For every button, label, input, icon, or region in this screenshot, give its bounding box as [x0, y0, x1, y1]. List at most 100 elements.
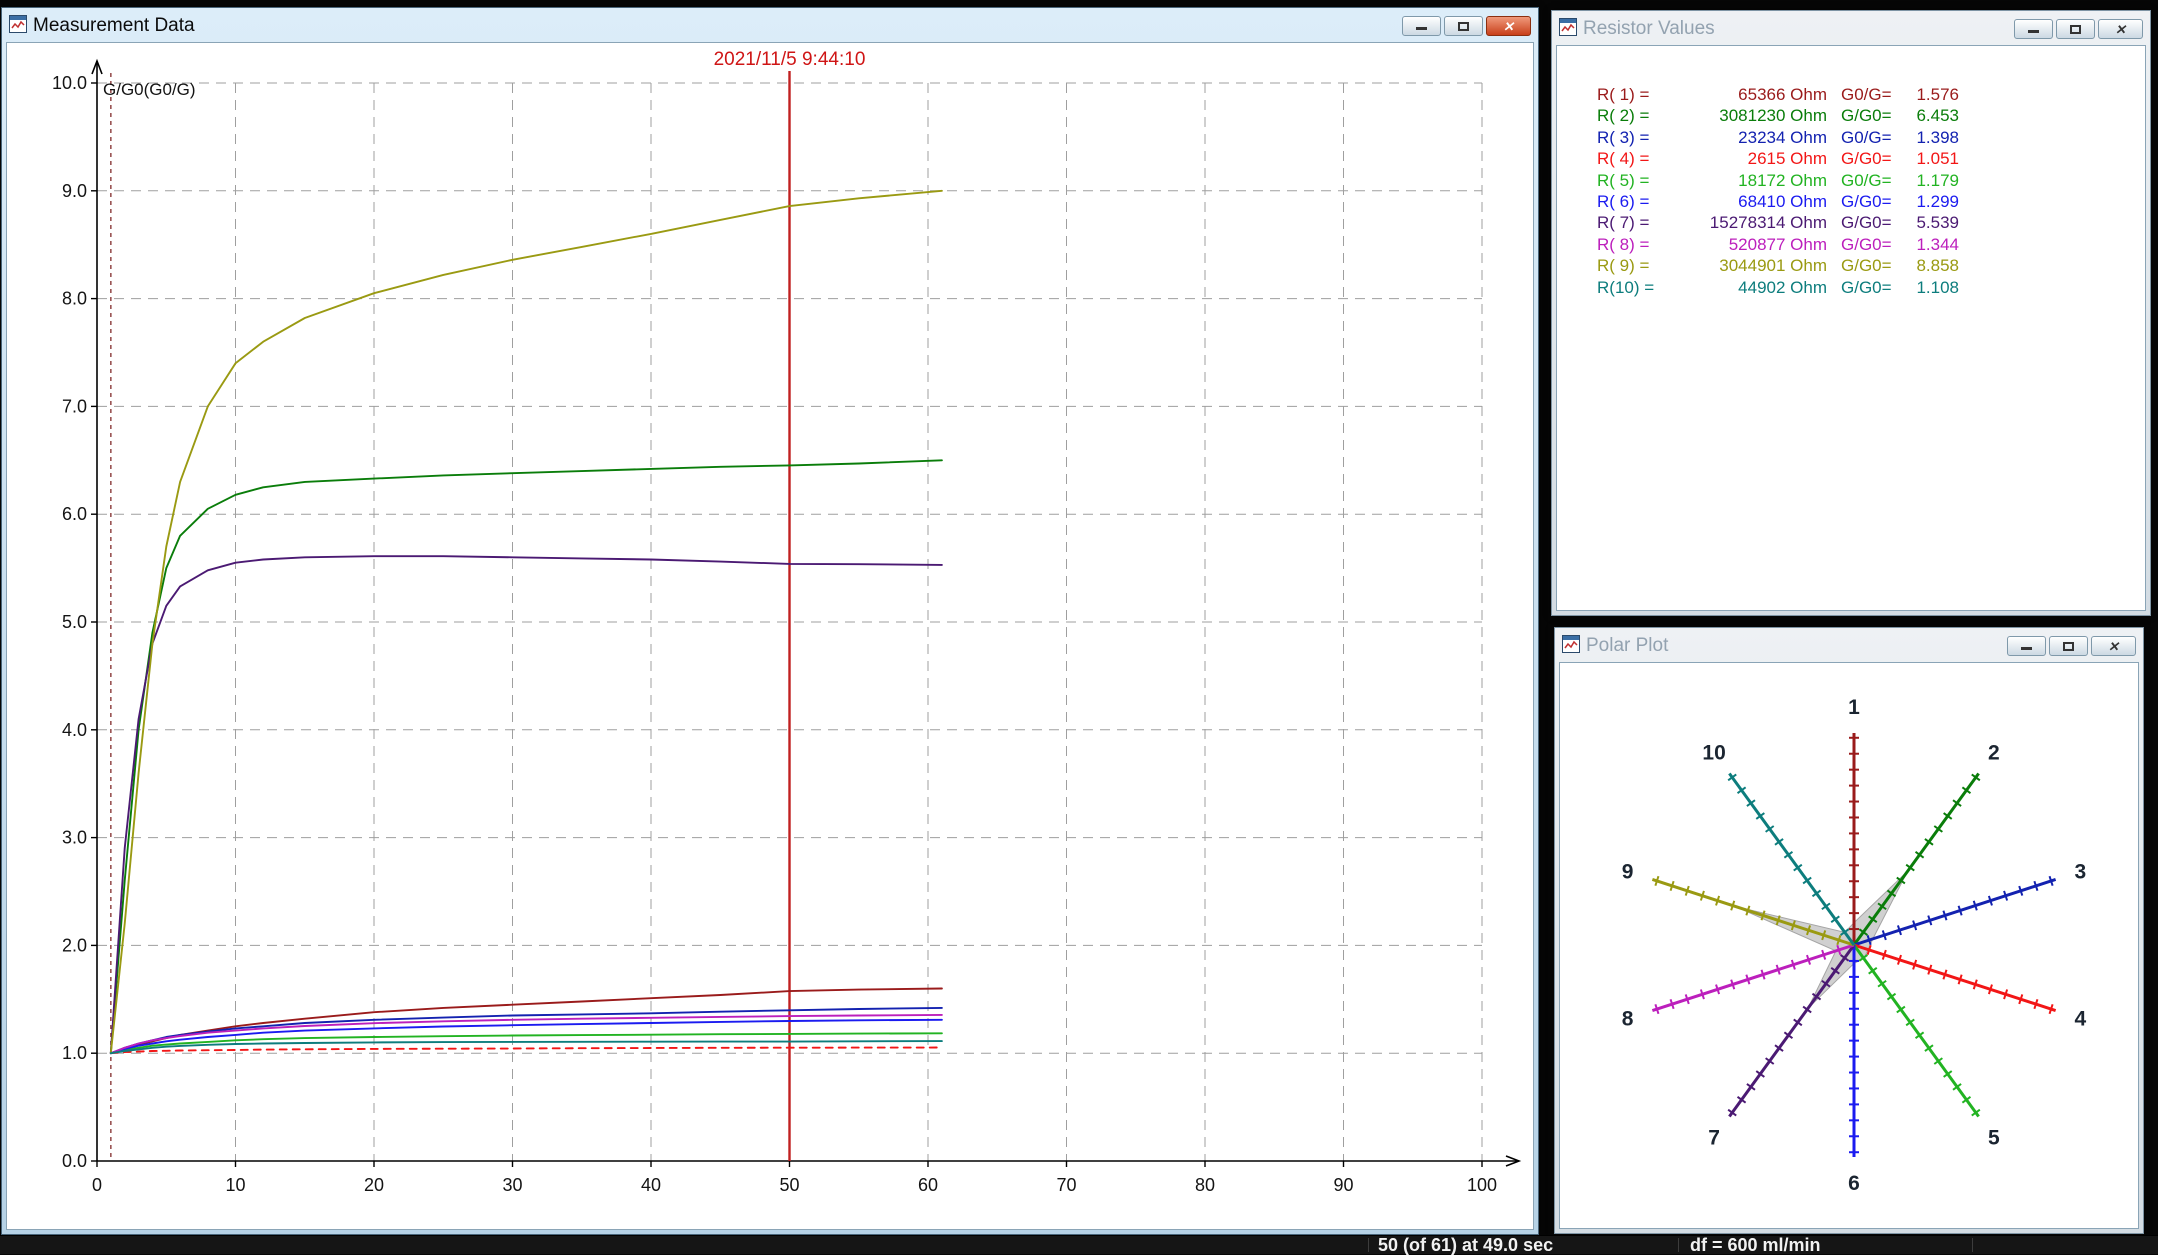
measurement-chart[interactable]: 0.01.02.03.04.05.06.07.08.09.010.0010203…	[6, 42, 1534, 1230]
maximize-button[interactable]	[2056, 19, 2095, 39]
measurement-titlebar[interactable]: Measurement Data	[5, 11, 1535, 41]
ratio-value: 8.858	[1899, 255, 1959, 276]
svg-text:0: 0	[92, 1175, 102, 1195]
close-icon	[2108, 639, 2119, 654]
close-button[interactable]	[2091, 636, 2136, 656]
resistor-label: R( 7) =	[1597, 212, 1675, 233]
status-progress: 50 (of 61) at 49.0 sec	[1378, 1236, 1553, 1255]
resistor-row: R( 5) =18172 OhmG0/G=1.179	[1597, 170, 2145, 191]
resistor-row: R( 8) =520877 OhmG/G0=1.344	[1597, 234, 2145, 255]
resistor-title: Resistor Values	[1583, 18, 1715, 40]
window-controls	[2014, 19, 2143, 39]
resistor-row: R( 2) =3081230 OhmG/G0=6.453	[1597, 105, 2145, 126]
svg-text:2021/11/5 9:44:10: 2021/11/5 9:44:10	[714, 49, 866, 70]
status-divider	[1368, 1238, 1369, 1252]
close-button[interactable]	[2098, 19, 2143, 39]
resistor-row: R( 9) =3044901 OhmG/G0=8.858	[1597, 255, 2145, 276]
minimize-button[interactable]	[1402, 16, 1441, 36]
resistor-value: 65366 Ohm	[1675, 84, 1827, 105]
svg-text:10: 10	[225, 1175, 245, 1195]
polar-plot-svg: 12345678910	[1560, 663, 2139, 1229]
ratio-label: G0/G=	[1827, 127, 1899, 148]
minimize-icon	[2028, 30, 2039, 33]
svg-text:8.0: 8.0	[62, 289, 87, 309]
polar-titlebar[interactable]: Polar Plot	[1558, 631, 2140, 661]
svg-text:9.0: 9.0	[62, 181, 87, 201]
resistor-label: R( 4) =	[1597, 148, 1675, 169]
resistor-value: 520877 Ohm	[1675, 234, 1827, 255]
ratio-value: 1.344	[1899, 234, 1959, 255]
resistor-label: R( 9) =	[1597, 255, 1675, 276]
ratio-label: G/G0=	[1827, 212, 1899, 233]
resistor-row: R(10) =44902 OhmG/G0=1.108	[1597, 277, 2145, 298]
polar-title: Polar Plot	[1586, 635, 1668, 657]
resistor-value: 2615 Ohm	[1675, 148, 1827, 169]
ratio-label: G/G0=	[1827, 277, 1899, 298]
status-divider	[1678, 1238, 1679, 1252]
maximize-button[interactable]	[2049, 636, 2088, 656]
polar-axis-label: 8	[1622, 1008, 1634, 1031]
polar-plot-window: Polar Plot 12345678910	[1554, 627, 2144, 1234]
svg-text:20: 20	[364, 1175, 384, 1195]
ratio-label: G/G0=	[1827, 191, 1899, 212]
app-icon	[9, 15, 27, 38]
ratio-value: 1.299	[1899, 191, 1959, 212]
ratio-label: G0/G=	[1827, 84, 1899, 105]
status-flow: df = 600 ml/min	[1690, 1236, 1821, 1255]
ratio-value: 1.108	[1899, 277, 1959, 298]
resistor-titlebar[interactable]: Resistor Values	[1555, 14, 2147, 44]
window-controls	[2007, 636, 2136, 656]
resistor-value: 3044901 Ohm	[1675, 255, 1827, 276]
svg-text:7.0: 7.0	[62, 396, 87, 416]
window-controls	[1402, 16, 1531, 36]
close-button[interactable]	[1486, 16, 1531, 36]
measurement-title: Measurement Data	[33, 15, 195, 37]
resistor-row: R( 7) =15278314 OhmG/G0=5.539	[1597, 212, 2145, 233]
close-icon	[2115, 22, 2126, 37]
resistor-label: R( 6) =	[1597, 191, 1675, 212]
maximize-icon	[2070, 25, 2081, 34]
svg-text:6.0: 6.0	[62, 504, 87, 524]
svg-text:3.0: 3.0	[62, 828, 87, 848]
svg-text:60: 60	[918, 1175, 938, 1195]
svg-text:4.0: 4.0	[62, 720, 87, 740]
svg-text:30: 30	[502, 1175, 522, 1195]
minimize-icon	[2021, 647, 2032, 650]
maximize-button[interactable]	[1444, 16, 1483, 36]
svg-text:5.0: 5.0	[62, 612, 87, 632]
ratio-value: 1.398	[1899, 127, 1959, 148]
svg-text:100: 100	[1467, 1175, 1497, 1195]
ratio-label: G/G0=	[1827, 234, 1899, 255]
resistor-value: 3081230 Ohm	[1675, 105, 1827, 126]
resistor-row: R( 4) =2615 OhmG/G0=1.051	[1597, 148, 2145, 169]
close-icon	[1503, 19, 1514, 34]
ratio-label: G/G0=	[1827, 148, 1899, 169]
svg-text:0.0: 0.0	[62, 1151, 87, 1171]
ratio-value: 1.051	[1899, 148, 1959, 169]
resistor-values-window: Resistor Values R( 1) =65366 OhmG0/G=1.5…	[1551, 10, 2151, 616]
polar-axis-label: 4	[2075, 1008, 2087, 1031]
resistor-row: R( 6) =68410 OhmG/G0=1.299	[1597, 191, 2145, 212]
resistor-label: R( 1) =	[1597, 84, 1675, 105]
minimize-button[interactable]	[2014, 19, 2053, 39]
svg-text:1.0: 1.0	[62, 1043, 87, 1063]
polar-axis-label: 7	[1708, 1127, 1720, 1150]
polar-axis-label: 10	[1702, 741, 1725, 764]
resistor-label: R( 2) =	[1597, 105, 1675, 126]
resistor-label: R( 5) =	[1597, 170, 1675, 191]
status-bar: 50 (of 61) at 49.0 sec df = 600 ml/min	[0, 1235, 2158, 1254]
svg-text:40: 40	[641, 1175, 661, 1195]
ratio-label: G/G0=	[1827, 105, 1899, 126]
minimize-button[interactable]	[2007, 636, 2046, 656]
polar-axis-label: 6	[1848, 1172, 1860, 1195]
resistor-value: 15278314 Ohm	[1675, 212, 1827, 233]
ratio-value: 5.539	[1899, 212, 1959, 233]
maximize-icon	[2063, 642, 2074, 651]
resistor-value: 23234 Ohm	[1675, 127, 1827, 148]
polar-plot-chart: 12345678910	[1559, 662, 2139, 1229]
polar-axis-label: 9	[1622, 860, 1634, 883]
resistor-value: 44902 Ohm	[1675, 277, 1827, 298]
app-icon	[1559, 18, 1577, 41]
svg-text:90: 90	[1333, 1175, 1353, 1195]
svg-text:50: 50	[779, 1175, 799, 1195]
